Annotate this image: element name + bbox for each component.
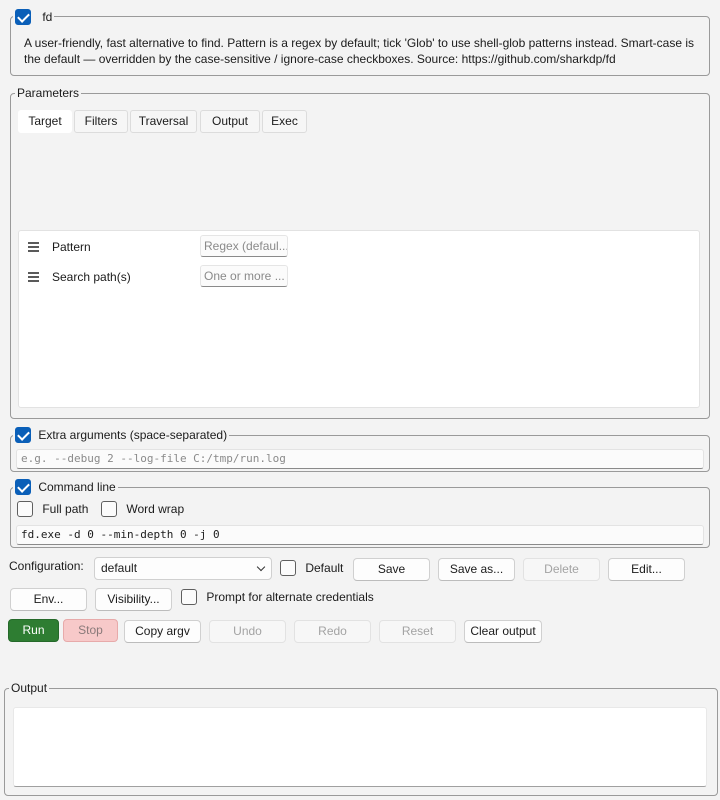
save-as-button[interactable]: Save as... [438,558,515,581]
word-wrap-checkbox[interactable] [101,501,117,517]
tool-description: A user-friendly, fast alternative to fin… [24,36,695,66]
chevron-down-icon [256,562,266,572]
stop-button[interactable]: Stop [63,619,118,642]
pattern-label: Pattern [52,240,91,254]
tab-filters[interactable]: Filters [74,110,128,133]
tab-target[interactable]: Target [18,110,72,133]
tool-name: fd [42,10,53,24]
reset-button[interactable]: Reset [379,620,456,643]
full-path-checkbox[interactable] [17,501,33,517]
clear-output-button[interactable]: Clear output [464,620,542,643]
default-option[interactable]: Default [280,560,343,576]
tab-traversal[interactable]: Traversal [130,110,197,133]
output-legend: Output [9,681,50,695]
output-textarea[interactable] [13,707,707,787]
extra-args-legend: Extra arguments (space-separated) [13,427,230,443]
extra-args-input[interactable]: e.g. --debug 2 --log-file C:/tmp/run.log [16,449,704,469]
edit-button[interactable]: Edit... [608,558,685,581]
redo-button[interactable]: Redo [294,620,371,643]
copy-argv-button[interactable]: Copy argv [124,620,201,643]
full-path-option[interactable]: Full path [17,501,88,517]
default-checkbox[interactable] [280,560,296,576]
command-line-output[interactable]: fd.exe -d 0 --min-depth 0 -j 0 [16,525,704,545]
prompt-credentials-checkbox[interactable] [181,589,197,605]
command-line-legend: Command line [13,479,118,495]
tab-output[interactable]: Output [200,110,260,133]
configuration-label: Configuration: [9,559,84,573]
configuration-select[interactable]: default [94,557,272,580]
command-line-checkbox[interactable] [15,479,31,495]
word-wrap-option[interactable]: Word wrap [101,501,184,517]
extra-args-checkbox[interactable] [15,427,31,443]
tab-exec[interactable]: Exec [262,110,307,133]
visibility-button[interactable]: Visibility... [95,588,172,611]
save-button[interactable]: Save [353,558,430,581]
prompt-credentials-option[interactable]: Prompt for alternate credentials [181,589,374,605]
undo-button[interactable]: Undo [209,620,286,643]
tool-header-legend: fd [13,9,55,25]
parameters-legend: Parameters [15,86,82,100]
parameter-list [18,230,700,408]
delete-button[interactable]: Delete [523,558,600,581]
drag-handle-icon[interactable] [28,242,39,252]
pattern-input[interactable]: Regex (defaul... [200,235,288,257]
drag-handle-icon[interactable] [28,272,39,282]
search-paths-input[interactable]: One or more ... [200,265,288,287]
run-button[interactable]: Run [8,619,59,642]
env-button[interactable]: Env... [10,588,87,611]
tool-enabled-checkbox[interactable] [15,9,31,25]
search-paths-label: Search path(s) [52,270,131,284]
